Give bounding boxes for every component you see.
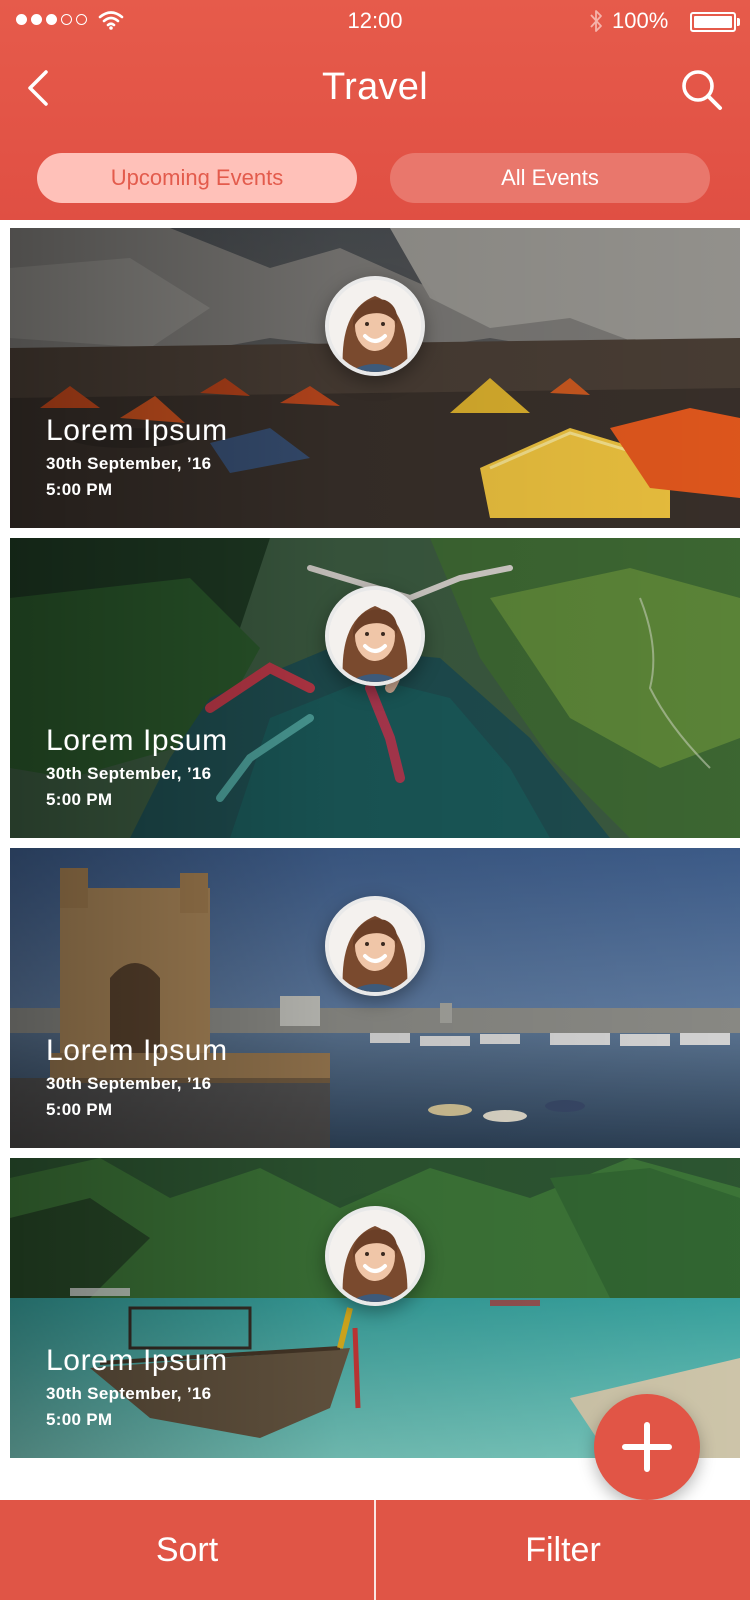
- event-title: Lorem Ipsum: [46, 1344, 228, 1377]
- event-title: Lorem Ipsum: [46, 1034, 228, 1067]
- event-card[interactable]: Lorem Ipsum 30th September, ’16 5:00 PM: [10, 228, 740, 528]
- filter-button[interactable]: Filter: [376, 1500, 750, 1600]
- tab-upcoming-events[interactable]: Upcoming Events: [37, 153, 357, 203]
- page-title: Travel: [322, 66, 428, 108]
- event-time: 5:00 PM: [46, 1100, 113, 1119]
- battery-tip: [737, 18, 740, 26]
- event-date: 30th September, ’16: [46, 1074, 212, 1093]
- image-overlay: [10, 228, 740, 528]
- avatar[interactable]: [325, 1206, 425, 1306]
- avatar[interactable]: [325, 276, 425, 376]
- sort-button[interactable]: Sort: [0, 1500, 374, 1600]
- image-overlay: [10, 848, 740, 1148]
- image-overlay: [10, 538, 740, 838]
- event-date: 30th September, ’16: [46, 764, 212, 783]
- bluetooth-icon: [590, 10, 602, 32]
- plus-icon: [622, 1422, 672, 1472]
- tab-all-events[interactable]: All Events: [390, 153, 710, 203]
- event-title: Lorem Ipsum: [46, 724, 228, 757]
- search-icon[interactable]: [678, 66, 726, 114]
- event-date: 30th September, ’16: [46, 454, 212, 473]
- battery-percentage: 100%: [612, 8, 669, 33]
- avatar[interactable]: [325, 896, 425, 996]
- add-event-button[interactable]: [594, 1394, 700, 1500]
- event-time: 5:00 PM: [46, 480, 113, 499]
- event-title: Lorem Ipsum: [46, 414, 228, 447]
- event-time: 5:00 PM: [46, 1410, 113, 1429]
- event-card[interactable]: Lorem Ipsum 30th September, ’16 5:00 PM: [10, 848, 740, 1148]
- bottom-action-bar: Sort Filter: [0, 1500, 750, 1600]
- event-date: 30th September, ’16: [46, 1384, 212, 1403]
- status-bar: 12:00 100%: [0, 0, 750, 44]
- battery-icon: [690, 12, 736, 32]
- avatar[interactable]: [325, 586, 425, 686]
- event-time: 5:00 PM: [46, 790, 113, 809]
- app-header: 12:00 100% Travel Upcoming Events All Ev…: [0, 0, 750, 220]
- event-card[interactable]: Lorem Ipsum 30th September, ’16 5:00 PM: [10, 538, 740, 838]
